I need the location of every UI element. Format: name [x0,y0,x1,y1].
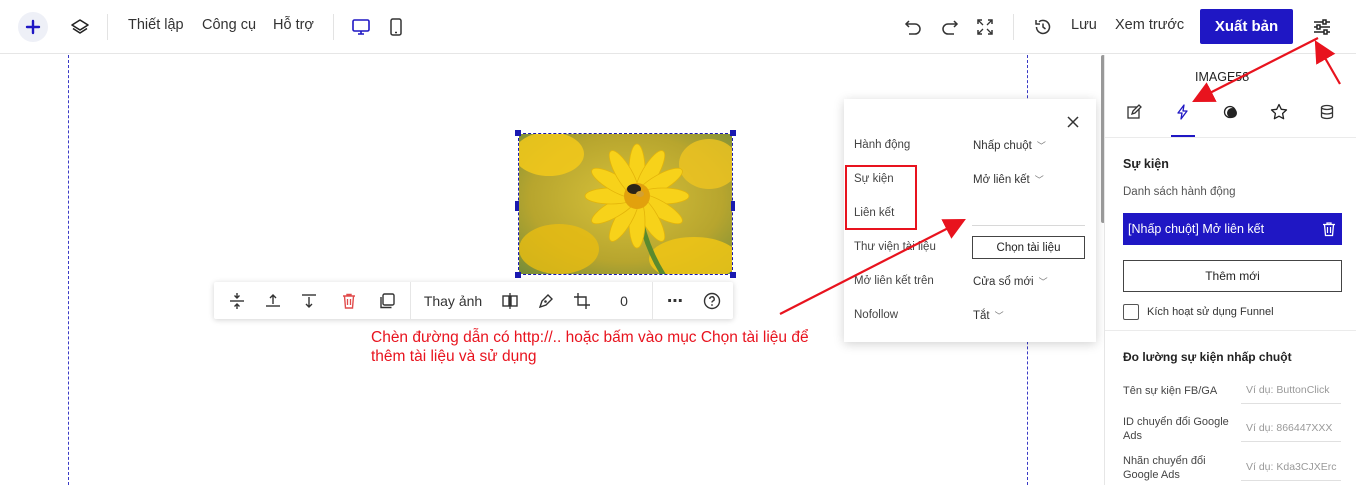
trash-icon[interactable] [334,282,364,319]
rotation-value[interactable]: 0 [612,282,636,319]
flip-icon[interactable] [496,282,524,319]
nofollow-value: Tắt [973,310,990,322]
duplicate-icon[interactable] [372,282,402,319]
open-link-in-label: Mở liên kết trên [854,275,934,287]
events-heading: Sự kiện [1123,157,1169,171]
choose-document-button[interactable]: Chọn tài liệu [972,236,1085,259]
separator [333,14,334,40]
menu-cong-cu[interactable]: Công cụ [202,17,256,33]
google-ads-label-label: Nhãn chuyển đổi Google Ads [1123,455,1206,481]
chevron-down-icon: ﹀ [994,311,1004,321]
fullscreen-icon[interactable] [970,12,1000,42]
chevron-down-icon: ﹀ [1036,141,1046,151]
element-name: IMAGE58 [1195,70,1250,84]
google-ads-label-input[interactable]: Ví dụ: Kda3CJXErc [1241,453,1341,481]
desktop-icon[interactable] [346,12,376,42]
lightning-icon[interactable] [1169,99,1197,125]
properties-panel: IMAGE58 Sự kiện Danh sách hành động [Nhấ… [1104,55,1356,485]
top-bar: Thiết lập Công cụ Hỗ trợ Lưu Xem trước X… [0,0,1356,54]
database-icon[interactable] [1313,99,1341,125]
nofollow-select[interactable]: Tắt ﹀ [973,309,1004,322]
contrast-icon[interactable] [1217,99,1245,125]
history-icon[interactable] [1028,12,1058,42]
annotation-text: Chèn đường dẫn có http://.. hoặc bấm vào… [371,329,809,365]
action-list-label: Danh sách hành động [1123,186,1236,198]
funnel-checkbox[interactable] [1123,304,1139,320]
publish-button[interactable]: Xuất bản [1200,9,1293,44]
google-ads-id-label: ID chuyển đổi Google Ads [1123,416,1229,442]
resize-handle[interactable] [730,130,736,136]
event-select[interactable]: Mở liên kết ﹀ [973,173,1044,186]
link-input[interactable] [972,202,1085,226]
action-select[interactable]: Nhấp chuột ﹀ [973,139,1046,152]
help-icon[interactable] [698,282,726,319]
pen-icon[interactable] [532,282,560,319]
move-up-down-icon[interactable] [222,282,252,319]
close-icon[interactable] [1064,113,1082,131]
settings-sliders-icon[interactable] [1307,12,1337,42]
star-icon[interactable] [1265,99,1293,125]
google-ads-id-input[interactable]: Ví dụ: 866447XXX [1241,414,1341,442]
action-list-item[interactable]: [Nhấp chuột] Mở liên kết [1123,213,1342,245]
resize-handle[interactable] [515,130,521,136]
flower-image [519,134,732,274]
redo-icon[interactable] [935,12,965,42]
edit-icon[interactable] [1120,99,1148,125]
preview-button[interactable]: Xem trước [1115,17,1184,33]
funnel-label: Kích hoạt sử dụng Funnel [1147,306,1274,318]
resize-handle[interactable] [515,272,521,278]
nofollow-label: Nofollow [854,309,899,321]
crop-icon[interactable] [568,282,596,319]
open-link-in-select[interactable]: Cửa sổ mới ﹀ [973,275,1048,288]
mobile-icon[interactable] [381,12,411,42]
undo-icon[interactable] [898,12,928,42]
chevron-down-icon: ﹀ [1034,175,1044,185]
separator [107,14,108,40]
highlight-box [845,165,917,230]
layers-icon[interactable] [65,12,95,42]
separator [1013,14,1014,40]
event-value: Mở liên kết [973,174,1030,186]
resize-handle[interactable] [730,272,736,278]
add-new-button[interactable]: Thêm mới [1123,260,1342,292]
image-toolbar: Thay ảnh 0 ⋯ [214,282,733,319]
action-item-label: [Nhấp chuột] Mở liên kết [1128,222,1265,236]
save-button[interactable]: Lưu [1071,17,1097,33]
fb-event-label: Tên sự kiện FB/GA [1123,385,1218,397]
trash-icon[interactable] [1322,221,1336,240]
plus-icon[interactable] [18,12,48,42]
section-guide-left [68,55,69,485]
action-label: Hành động [854,139,911,151]
menu-thiet-lap[interactable]: Thiết lập [128,17,184,33]
chevron-down-icon: ﹀ [1038,277,1048,287]
open-link-in-value: Cửa sổ mới [973,276,1034,288]
resize-handle[interactable] [515,201,519,211]
replace-image-button[interactable]: Thay ảnh [418,282,488,319]
menu-ho-tro[interactable]: Hỗ trợ [273,17,314,33]
selected-image[interactable] [518,133,733,275]
action-value: Nhấp chuột [973,140,1032,152]
fb-event-input[interactable]: Ví dụ: ButtonClick [1241,376,1341,404]
align-bottom-icon[interactable] [294,282,324,319]
align-top-icon[interactable] [258,282,288,319]
resize-handle[interactable] [731,201,735,211]
tracking-heading: Đo lường sự kiện nhấp chuột [1123,350,1292,364]
more-icon[interactable]: ⋯ [660,282,690,319]
document-library-label: Thư viện tài liệu [854,241,936,253]
